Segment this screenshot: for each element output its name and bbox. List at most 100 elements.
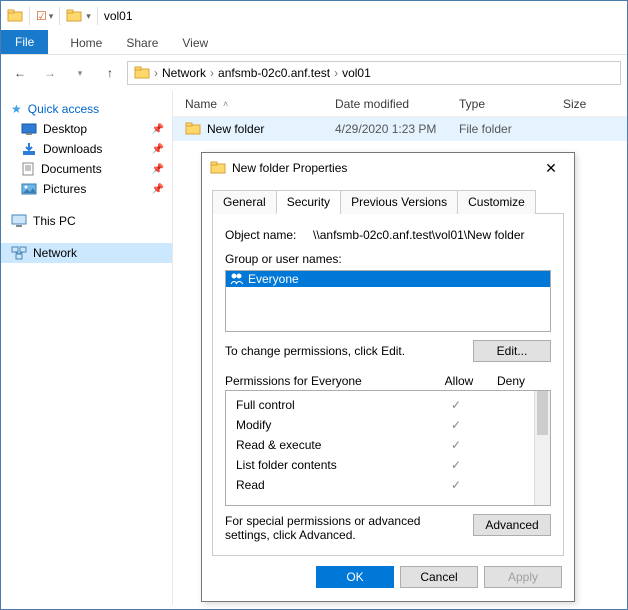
download-icon [21, 142, 37, 156]
sidebar-label: Network [33, 246, 77, 260]
col-date[interactable]: Date modified [329, 97, 453, 111]
tab-home[interactable]: Home [58, 32, 114, 54]
sidebar-item-documents[interactable]: Documents 📌 [1, 159, 172, 179]
file-type: File folder [453, 122, 557, 136]
cancel-button[interactable]: Cancel [400, 566, 478, 588]
tab-customize[interactable]: Customize [457, 190, 536, 214]
sidebar-this-pc[interactable]: This PC [1, 211, 172, 231]
dialog-buttons: OK Cancel Apply [202, 556, 574, 598]
check-icon: ✓ [430, 478, 482, 492]
perm-row: Full control✓ [226, 395, 534, 415]
qat-dropdown-icon[interactable]: ▾ [49, 11, 54, 22]
sidebar-label: Quick access [28, 102, 99, 116]
window-titlebar: ☑ ▾ ▾ vol01 [1, 1, 627, 31]
crumb-network[interactable]: Network [158, 66, 210, 80]
group-item-label: Everyone [248, 272, 299, 286]
users-icon [230, 273, 244, 285]
folder-icon [134, 65, 150, 81]
permissions-header: Permissions for Everyone [225, 374, 433, 388]
crumb-folder[interactable]: vol01 [338, 66, 375, 80]
tab-view[interactable]: View [170, 32, 220, 54]
check-icon: ✓ [430, 418, 482, 432]
crumb-host[interactable]: anfsmb-02c0.anf.test [214, 66, 334, 80]
sidebar-item-pictures[interactable]: Pictures 📌 [1, 179, 172, 199]
scroll-thumb[interactable] [537, 391, 548, 435]
dialog-tabs: General Security Previous Versions Custo… [212, 189, 564, 214]
sidebar-item-label: Downloads [43, 142, 102, 156]
nav-bar: ← → ▾ ↑ › Network › anfsmb-02c0.anf.test… [1, 55, 627, 91]
pc-icon [11, 214, 27, 228]
sidebar-label: This PC [33, 214, 76, 228]
check-icon: ✓ [430, 458, 482, 472]
sidebar-item-desktop[interactable]: Desktop 📌 [1, 119, 172, 139]
up-button[interactable]: ↑ [97, 60, 123, 86]
document-icon [21, 162, 35, 176]
apply-button: Apply [484, 566, 562, 588]
advanced-button[interactable]: Advanced [473, 514, 551, 536]
folder-icon [7, 8, 23, 24]
allow-header: Allow [433, 374, 485, 388]
recent-dropdown[interactable]: ▾ [67, 60, 93, 86]
window-title: vol01 [104, 9, 133, 23]
star-icon: ★ [11, 102, 22, 116]
desktop-icon [21, 123, 37, 135]
tab-general[interactable]: General [212, 190, 277, 214]
title-dropdown-icon[interactable]: ▾ [86, 11, 91, 22]
perm-row: Read & execute✓ [226, 435, 534, 455]
perm-row: List folder contents✓ [226, 455, 534, 475]
folder-icon [210, 160, 226, 176]
col-name[interactable]: Name˄ [179, 97, 329, 111]
sidebar-network[interactable]: Network [1, 243, 172, 263]
sidebar-item-downloads[interactable]: Downloads 📌 [1, 139, 172, 159]
tab-file[interactable]: File [1, 30, 48, 54]
scrollbar[interactable] [534, 391, 550, 505]
close-button[interactable]: ✕ [536, 160, 566, 177]
ribbon-tabs: File Home Share View [1, 31, 627, 55]
file-name: New folder [207, 122, 264, 136]
back-button[interactable]: ← [7, 60, 33, 86]
object-name-label: Object name: [225, 228, 296, 242]
file-row[interactable]: New folder 4/29/2020 1:23 PM File folder [173, 117, 627, 141]
quick-access-toolbar: ☑ ▾ ▾ [7, 7, 102, 25]
ok-button[interactable]: OK [316, 566, 394, 588]
address-bar[interactable]: › Network › anfsmb-02c0.anf.test › vol01 [127, 61, 621, 85]
deny-header: Deny [485, 374, 537, 388]
nav-sidebar: ★ Quick access Desktop 📌 Downloads 📌 Doc… [1, 91, 173, 605]
tab-security[interactable]: Security [276, 190, 341, 214]
edit-button[interactable]: Edit... [473, 340, 551, 362]
permissions-table: Full control✓ Modify✓ Read & execute✓ Li… [225, 390, 551, 506]
advanced-hint: For special permissions or advanced sett… [225, 514, 455, 542]
tab-share[interactable]: Share [114, 32, 170, 54]
dialog-titlebar: New folder Properties ✕ [202, 153, 574, 183]
checkbox-icon[interactable]: ☑ [36, 9, 47, 23]
file-date: 4/29/2020 1:23 PM [329, 122, 453, 136]
tab-previous-versions[interactable]: Previous Versions [340, 190, 458, 214]
sidebar-quick-access[interactable]: ★ Quick access [1, 99, 172, 119]
object-name-value: \\anfsmb-02c0.anf.test\vol01\New folder [313, 228, 524, 242]
pin-icon: 📌 [152, 124, 164, 135]
security-tab-content: Object name: \\anfsmb-02c0.anf.test\vol0… [212, 214, 564, 556]
col-size[interactable]: Size [557, 97, 607, 111]
sidebar-item-label: Pictures [43, 182, 86, 196]
perm-row: Read✓ [226, 475, 534, 495]
sidebar-item-label: Documents [41, 162, 102, 176]
perm-row: Modify✓ [226, 415, 534, 435]
sort-asc-icon: ˄ [223, 99, 228, 109]
sidebar-item-label: Desktop [43, 122, 87, 136]
group-names-label: Group or user names: [225, 252, 551, 266]
folder-icon [185, 121, 201, 137]
group-item-everyone[interactable]: Everyone [226, 271, 550, 287]
col-type[interactable]: Type [453, 97, 557, 111]
object-name-row: Object name: \\anfsmb-02c0.anf.test\vol0… [225, 228, 551, 242]
pictures-icon [21, 183, 37, 195]
properties-dialog: New folder Properties ✕ General Security… [201, 152, 575, 602]
pin-icon: 📌 [152, 144, 164, 155]
forward-button: → [37, 60, 63, 86]
folder-icon [66, 8, 82, 24]
network-icon [11, 246, 27, 260]
group-listbox[interactable]: Everyone [225, 270, 551, 332]
column-headers: Name˄ Date modified Type Size [173, 91, 627, 117]
check-icon: ✓ [430, 398, 482, 412]
pin-icon: 📌 [152, 164, 164, 175]
pin-icon: 📌 [152, 184, 164, 195]
